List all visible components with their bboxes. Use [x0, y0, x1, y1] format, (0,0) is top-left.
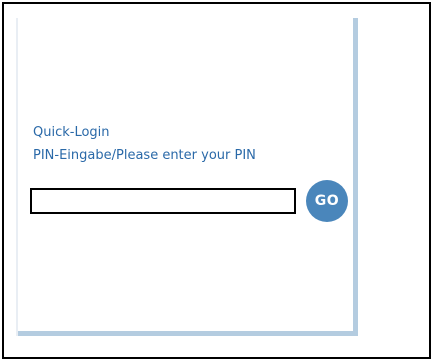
go-button[interactable]: GO	[306, 180, 348, 222]
panel-left-edge	[16, 18, 18, 336]
login-panel	[16, 18, 358, 336]
pin-prompt-label: PIN-Eingabe/Please enter your PIN	[33, 148, 256, 163]
quick-login-label: Quick-Login	[33, 125, 110, 140]
pin-input[interactable]	[30, 188, 296, 214]
